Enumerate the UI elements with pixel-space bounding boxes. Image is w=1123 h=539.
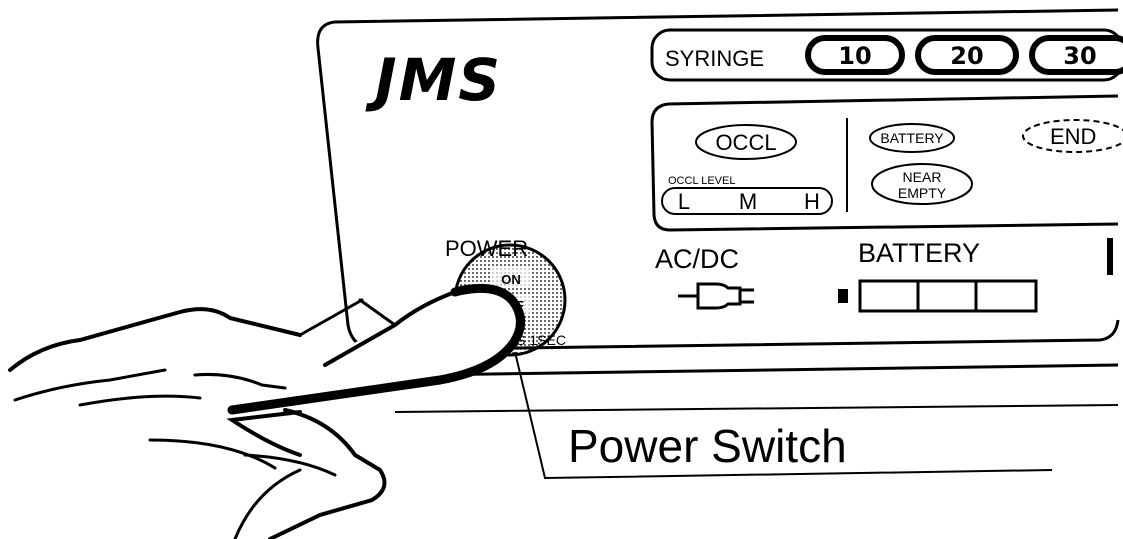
occl-label: OCCL bbox=[715, 130, 776, 155]
jms-logo: JMS bbox=[365, 46, 502, 114]
acdc-label: AC/DC bbox=[655, 244, 739, 274]
empty-label: EMPTY bbox=[898, 185, 947, 201]
housing-line-2 bbox=[394, 404, 1119, 413]
power-switch-callout: Power Switch bbox=[568, 420, 847, 472]
occl-level-h[interactable]: H bbox=[804, 189, 820, 214]
power-button-on-label: ON bbox=[492, 268, 530, 288]
occl-level-l[interactable]: L bbox=[678, 189, 690, 214]
occl-level-m[interactable]: M bbox=[739, 189, 757, 214]
pump-diagram: JMS SYRINGE 10 20 30 OCCL OCCL LEVEL L M… bbox=[8, 8, 1123, 539]
svg-text:ON: ON bbox=[501, 272, 521, 287]
near-label: NEAR bbox=[903, 169, 942, 185]
battery-alarm-label: BATTERY bbox=[880, 130, 944, 146]
battery-gauge-icon bbox=[838, 279, 1038, 313]
alarm-panel-frame bbox=[650, 94, 1119, 232]
housing-line-1 bbox=[419, 363, 1119, 377]
syringe-size-10-label: 10 bbox=[838, 42, 871, 70]
end-label: END bbox=[1050, 124, 1096, 149]
syringe-size-20-label: 20 bbox=[950, 42, 983, 70]
pressing-hand-illustration bbox=[8, 283, 525, 539]
ac-plug-icon bbox=[678, 282, 754, 310]
occl-level-label: OCCL LEVEL bbox=[668, 175, 735, 187]
syringe-size-30-label: 30 bbox=[1063, 42, 1096, 70]
syringe-label: SYRINGE bbox=[665, 46, 764, 71]
battery-label: BATTERY bbox=[858, 238, 980, 268]
